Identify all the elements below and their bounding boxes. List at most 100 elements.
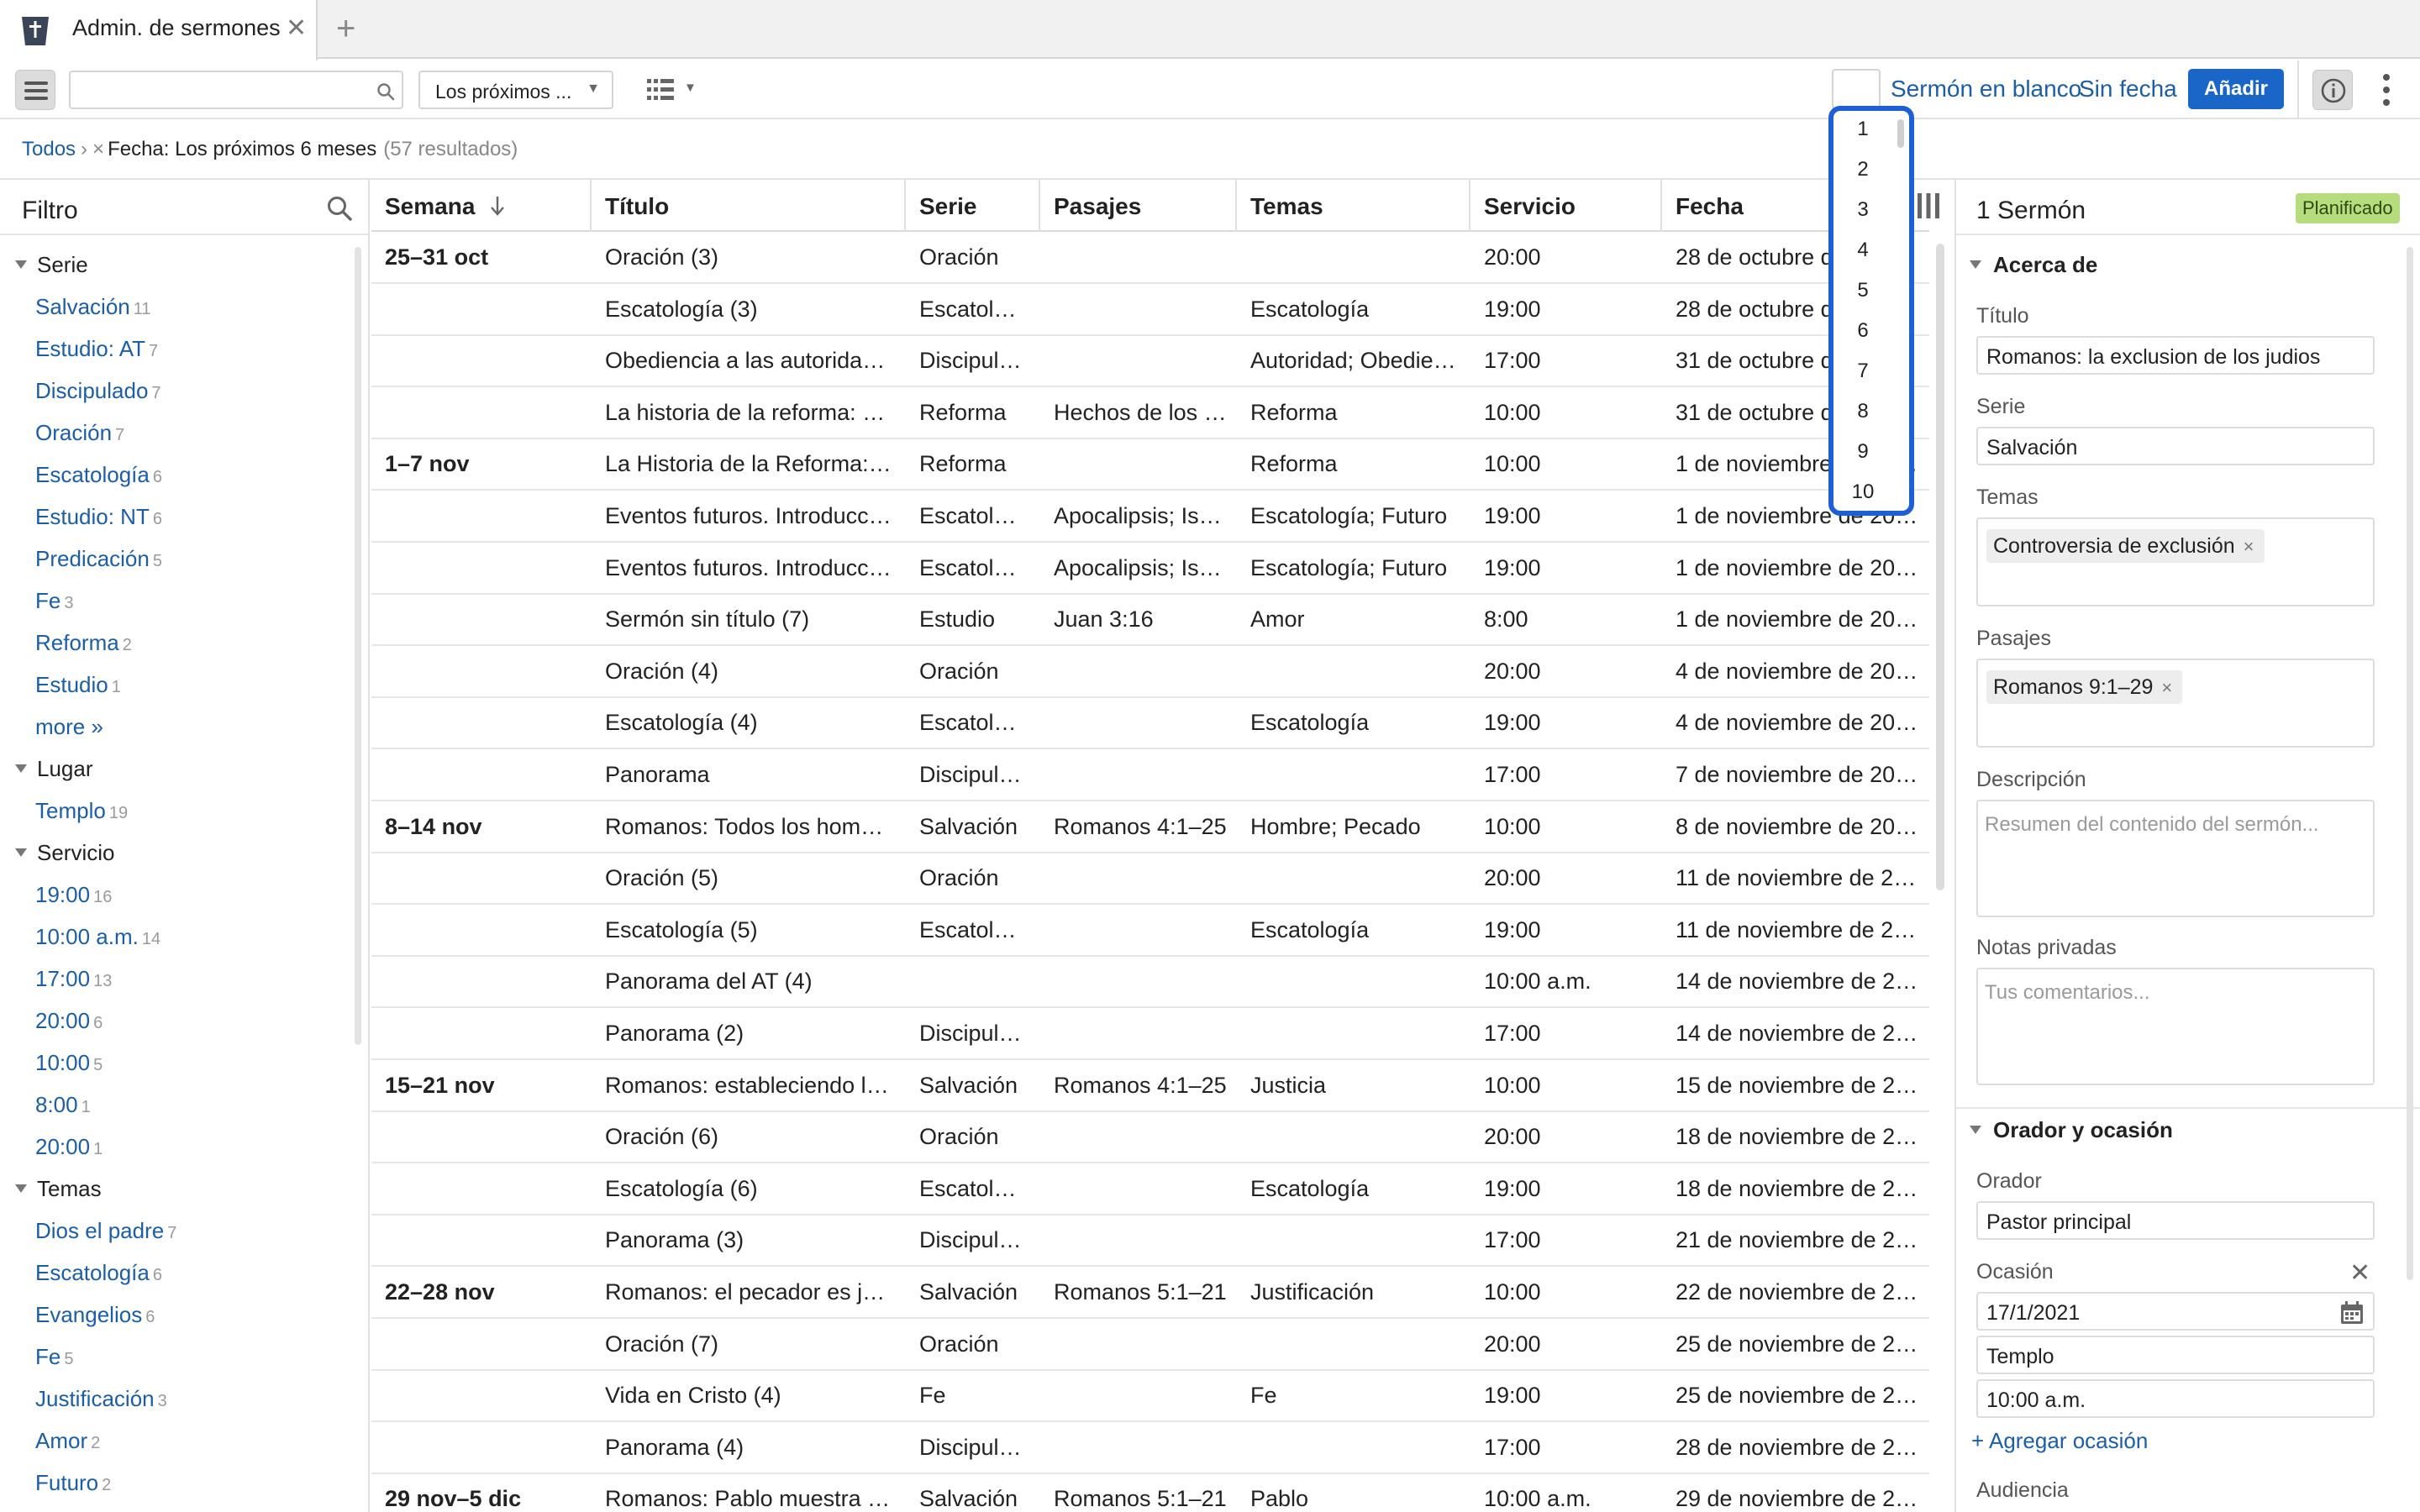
filter-item[interactable]: Estudio 1	[35, 672, 121, 698]
filter-item[interactable]: Templo 19	[35, 798, 128, 824]
table-row[interactable]: Vida en Cristo (4) Fe Fe 19:00 25 de noviemb…	[371, 1370, 1929, 1423]
filter-item[interactable]: 20:00 1	[35, 1134, 103, 1160]
table-row[interactable]: Eventos futuros. Introducción Escatología…	[371, 543, 1929, 595]
add-occasion-link[interactable]: + Agregar ocasión	[1971, 1428, 2148, 1454]
table-row[interactable]: Sermón sin título (7) Estudio Juan 3:16 Amo…	[371, 594, 1929, 647]
table-row[interactable]: 1–7 nov La Historia de la Reforma: parte …	[371, 438, 1929, 491]
filter-item[interactable]: Reforma 2	[35, 630, 132, 656]
filter-item[interactable]: Discipulado 7	[35, 378, 161, 404]
filter-group[interactable]: Serie	[15, 252, 88, 278]
table-row[interactable]: Escatología (4) Escatología Escatología 19:…	[371, 697, 1929, 750]
dropdown-scrollbar[interactable]	[1897, 119, 1904, 148]
filter-item[interactable]: 10:00 a.m. 14	[35, 924, 160, 950]
remove-chip-icon[interactable]: ×	[2161, 677, 2172, 698]
filter-item[interactable]: 10:00 5	[35, 1050, 103, 1076]
search-input[interactable]	[71, 72, 365, 108]
table-row[interactable]: 25–31 oct Oración (3) Oración 20:00 28 de oc…	[371, 232, 1929, 284]
view-mode-button[interactable]: ▼	[647, 74, 699, 108]
table-row[interactable]: Eventos futuros. Introducción Escatología…	[371, 491, 1929, 543]
breadcrumb-all-link[interactable]: Todos	[22, 138, 76, 160]
dropdown-option[interactable]: 5	[1833, 279, 1892, 302]
column-header-titulo[interactable]: Título	[592, 180, 906, 232]
topics-field[interactable]: Controversia de exclusión ×	[1976, 517, 2375, 606]
filter-group[interactable]: Lugar	[15, 756, 93, 782]
dropdown-option[interactable]: 7	[1833, 360, 1892, 383]
dropdown-option[interactable]: 2	[1833, 158, 1892, 181]
filter-scrollbar[interactable]	[355, 247, 361, 1045]
table-row[interactable]: Panorama (2) Discipulado 17:00 14 de noviem…	[371, 1008, 1929, 1060]
tab-sermon-admin[interactable]: Admin. de sermones ✕	[0, 0, 318, 60]
filter-item[interactable]: Fe 5	[35, 1344, 73, 1370]
occasion-place-field[interactable]: Templo	[1976, 1336, 2375, 1374]
filter-group[interactable]: Temas	[15, 1176, 102, 1202]
filter-item[interactable]: Oración 7	[35, 420, 124, 446]
table-row[interactable]: Oración (6) Oración 20:00 18 de noviembre d…	[371, 1111, 1929, 1164]
search-icon[interactable]	[326, 195, 353, 228]
filter-item[interactable]: Estudio: NT 6	[35, 504, 162, 530]
table-row[interactable]: 15–21 nov Romanos: estableciendo la justi…	[371, 1060, 1929, 1112]
occasion-time-field[interactable]: 10:00 a.m.	[1976, 1379, 2375, 1418]
table-row[interactable]: 22–28 nov Romanos: el pecador es justific…	[371, 1267, 1929, 1319]
table-row[interactable]: Escatología (6) Escatología Escatología 19:…	[371, 1163, 1929, 1215]
search-icon[interactable]	[376, 81, 395, 107]
remove-filter-icon[interactable]: ×	[92, 138, 104, 160]
close-icon[interactable]: ✕	[2349, 1258, 2370, 1288]
dropdown-option[interactable]: 8	[1833, 400, 1892, 423]
filter-item[interactable]: Futuro 2	[35, 1470, 111, 1496]
more-options-button[interactable]	[2376, 72, 2396, 109]
column-header-servicio[interactable]: Servicio	[1470, 180, 1662, 232]
hamburger-menu-button[interactable]	[15, 70, 55, 110]
section-about[interactable]: Acerca de	[1970, 252, 2097, 278]
table-row[interactable]: Oración (7) Oración 20:00 25 de noviembre d…	[371, 1319, 1929, 1371]
series-field[interactable]: Salvación	[1976, 427, 2375, 465]
column-header-semana[interactable]: Semana	[371, 180, 592, 232]
info-button[interactable]	[2312, 70, 2353, 110]
title-field[interactable]: Romanos: la exclusion de los judios	[1976, 336, 2375, 375]
table-row[interactable]: La historia de la reforma: parte 1 Reform…	[371, 387, 1929, 439]
filter-item[interactable]: Fe 3	[35, 588, 73, 614]
table-row[interactable]: Oración (5) Oración 20:00 11 de noviembre d…	[371, 853, 1929, 906]
table-row[interactable]: Panorama (4) Discipulado 17:00 28 de noviem…	[371, 1422, 1929, 1474]
notes-field[interactable]: Tus comentarios...	[1976, 968, 2375, 1085]
add-button[interactable]: Añadir	[2188, 69, 2284, 109]
description-field[interactable]: Resumen del contenido del sermón...	[1976, 800, 2375, 917]
table-row[interactable]: Oración (4) Oración 20:00 4 de noviembre de…	[371, 646, 1929, 698]
date-range-dropdown[interactable]: Los próximos ... ▼	[418, 71, 613, 109]
remove-chip-icon[interactable]: ×	[2244, 536, 2254, 557]
table-row[interactable]: Obediencia a las autoridades Discipulado A…	[371, 335, 1929, 388]
filter-item[interactable]: more »	[35, 714, 107, 740]
column-count-input[interactable]	[1832, 69, 1881, 109]
dropdown-option[interactable]: 9	[1833, 440, 1892, 464]
filter-item[interactable]: Justificación 3	[35, 1386, 167, 1412]
table-row[interactable]: 8–14 nov Romanos: Todos los hombres son p…	[371, 801, 1929, 853]
new-tab-button[interactable]: +	[336, 10, 355, 48]
filter-item[interactable]: Escatología 6	[35, 462, 162, 488]
dropdown-option[interactable]: 10	[1833, 480, 1892, 504]
table-row[interactable]: Panorama Discipulado 17:00 7 de noviembre d…	[371, 749, 1929, 801]
section-speaker[interactable]: Orador y ocasión	[1970, 1117, 2173, 1143]
details-scrollbar[interactable]	[2407, 247, 2413, 1280]
dropdown-option[interactable]: 3	[1833, 198, 1892, 222]
column-header-temas[interactable]: Temas	[1237, 180, 1470, 232]
filter-item[interactable]: Predicación 5	[35, 546, 162, 572]
table-row[interactable]: 29 nov–5 dic Romanos: Pablo muestra la fe…	[371, 1473, 1929, 1512]
filter-item[interactable]: 20:00 6	[35, 1008, 103, 1034]
filter-item[interactable]: Estudio: AT 7	[35, 336, 158, 362]
filter-item[interactable]: 8:00 1	[35, 1092, 91, 1118]
dropdown-option[interactable]: 6	[1833, 319, 1892, 343]
table-row[interactable]: Escatología (5) Escatología Escatología 19:…	[371, 905, 1929, 957]
filter-item[interactable]: Escatología 6	[35, 1260, 162, 1286]
dropdown-option[interactable]: 4	[1833, 239, 1892, 262]
speaker-field[interactable]: Pastor principal	[1976, 1201, 2375, 1240]
table-scrollbar[interactable]	[1936, 244, 1944, 890]
table-row[interactable]: Panorama del AT (4) 10:00 a.m. 14 de novie…	[371, 956, 1929, 1009]
filter-item[interactable]: 19:00 16	[35, 882, 112, 908]
column-header-pasajes[interactable]: Pasajes	[1040, 180, 1237, 232]
passages-field[interactable]: Romanos 9:1–29 ×	[1976, 659, 2375, 748]
occasion-date-field[interactable]: 17/1/2021	[1976, 1292, 2375, 1331]
column-header-serie[interactable]: Serie	[906, 180, 1040, 232]
dropdown-option[interactable]: 1	[1833, 118, 1892, 141]
no-date-link[interactable]: Sin fecha	[2079, 76, 2177, 102]
table-row[interactable]: Panorama (3) Discipulado 17:00 21 de noviem…	[371, 1215, 1929, 1268]
filter-item[interactable]: Evangelios 6	[35, 1302, 155, 1328]
